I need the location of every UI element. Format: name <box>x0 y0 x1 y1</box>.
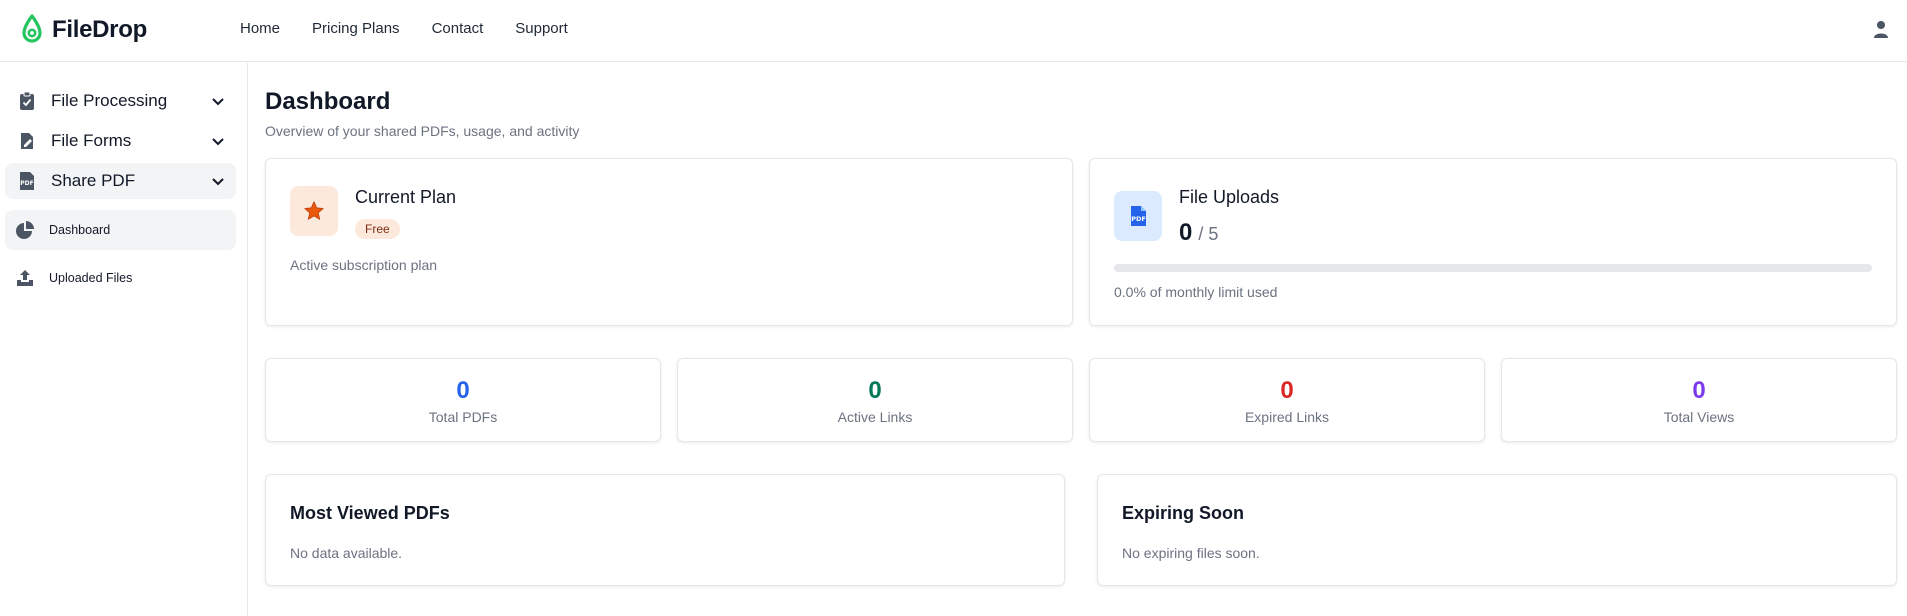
sidebar-item-label: Dashboard <box>49 223 111 237</box>
page-subtitle: Overview of your shared PDFs, usage, and… <box>265 123 580 139</box>
sidebar-item-dashboard[interactable]: Dashboard <box>5 210 236 250</box>
chevron-down-icon <box>212 138 224 146</box>
sidebar-group-file-processing[interactable]: File Processing <box>5 83 236 119</box>
uploads-icon-tile: PDF <box>1114 191 1162 241</box>
uploads-limit: / 5 <box>1198 224 1219 244</box>
stat-card-total-pdfs: 0 Total PDFs <box>265 358 661 442</box>
chevron-down-icon <box>212 178 224 186</box>
sidebar-group-label: Share PDF <box>51 171 136 190</box>
uploads-progress-bar <box>1114 264 1872 272</box>
stat-card-active-links: 0 Active Links <box>677 358 1073 442</box>
svg-text:PDF: PDF <box>1131 215 1146 223</box>
stat-value: 0 <box>1692 377 1706 404</box>
most-viewed-empty: No data available. <box>290 545 403 561</box>
pdf-file-icon: PDF <box>20 172 34 190</box>
most-viewed-title: Most Viewed PDFs <box>290 503 450 523</box>
uploads-description: 0.0% of monthly limit used <box>1114 284 1278 300</box>
stat-card-total-views: 0 Total Views <box>1501 358 1897 442</box>
logo[interactable]: FileDrop <box>18 12 147 48</box>
sidebar-item-uploaded-files[interactable]: Uploaded Files <box>5 258 236 298</box>
stat-label: Expired Links <box>1244 409 1330 425</box>
top-navbar: FileDrop Home Pricing Plans Contact Supp… <box>0 0 1907 62</box>
sidebar-group-share-pdf[interactable]: PDF Share PDF <box>5 163 236 199</box>
file-edit-icon <box>21 133 33 149</box>
sidebar-item-label: Uploaded Files <box>49 271 133 285</box>
page-title: Dashboard <box>265 88 391 115</box>
sidebar: File Processing File Forms PDF Share PDF… <box>0 63 248 616</box>
user-icon[interactable] <box>1871 19 1891 39</box>
plan-description: Active subscription plan <box>290 257 438 273</box>
pie-chart-icon <box>16 221 34 239</box>
stat-card-expired-links: 0 Expired Links <box>1089 358 1485 442</box>
uploads-used: 0 <box>1179 219 1193 246</box>
stat-label: Total PDFs <box>428 409 498 425</box>
stat-label: Active Links <box>837 409 913 425</box>
plan-badge: Free <box>355 219 400 239</box>
expiring-soon-card: Expiring Soon No expiring files soon. <box>1097 474 1897 586</box>
stat-label: Total Views <box>1663 409 1735 425</box>
filedrop-logo-icon <box>22 14 42 43</box>
app-name: FileDrop <box>52 16 147 43</box>
expiring-soon-title: Expiring Soon <box>1122 503 1245 523</box>
stat-value: 0 <box>456 377 470 404</box>
nav-pricing-link[interactable]: Pricing Plans <box>312 20 400 37</box>
upload-count: 0 / 5 <box>1179 219 1218 247</box>
uploads-title: File Uploads <box>1179 187 1280 207</box>
plan-icon-tile <box>290 186 338 236</box>
upload-icon <box>17 270 33 286</box>
most-viewed-card: Most Viewed PDFs No data available. <box>265 474 1065 586</box>
star-icon <box>304 201 324 220</box>
nav-contact-link[interactable]: Contact <box>432 20 484 37</box>
sidebar-group-file-forms[interactable]: File Forms <box>5 123 236 159</box>
chevron-down-icon <box>212 98 224 106</box>
sidebar-group-label: File Forms <box>51 131 132 150</box>
stat-value: 0 <box>1280 377 1294 404</box>
main-nav: Home Pricing Plans Contact Support <box>240 20 568 37</box>
stat-value: 0 <box>868 377 882 404</box>
expiring-soon-empty: No expiring files soon. <box>1122 545 1260 561</box>
file-uploads-card: PDF File Uploads 0 / 5 0.0% of monthly l… <box>1089 158 1897 326</box>
svg-text:PDF: PDF <box>20 180 33 187</box>
nav-home-link[interactable]: Home <box>240 20 280 37</box>
plan-title: Current Plan <box>355 187 457 207</box>
current-plan-card: Current Plan Free Active subscription pl… <box>265 158 1073 326</box>
pdf-file-icon: PDF <box>1131 206 1146 226</box>
nav-support-link[interactable]: Support <box>515 20 568 37</box>
sidebar-group-label: File Processing <box>51 91 168 110</box>
clipboard-check-icon <box>20 91 34 110</box>
